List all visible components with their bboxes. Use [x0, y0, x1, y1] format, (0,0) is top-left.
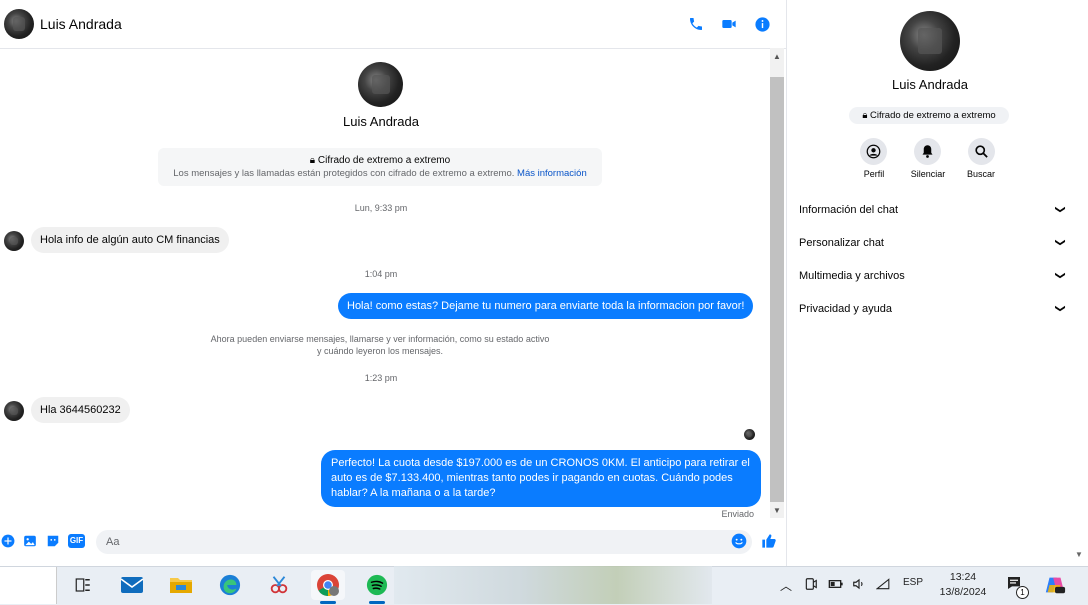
- seen-avatar: [744, 429, 755, 440]
- panel-contact-name: Luis Andrada: [892, 77, 968, 92]
- edge-browser-icon[interactable]: [213, 570, 247, 600]
- search-label: Buscar: [966, 169, 995, 179]
- outgoing-message[interactable]: Perfecto! La cuota desde $197.000 es de …: [321, 450, 761, 507]
- lock-icon: 🔒︎: [862, 110, 868, 121]
- chrome-browser-icon[interactable]: [311, 570, 345, 600]
- copilot-icon[interactable]: [1044, 574, 1066, 596]
- search-button[interactable]: [968, 138, 995, 165]
- section-chat-info[interactable]: Información del chat ❯: [799, 204, 1066, 218]
- section-customize-chat[interactable]: Personalizar chat ❯: [799, 237, 1066, 251]
- sent-status: Enviado: [721, 509, 754, 519]
- chevron-up-icon[interactable]: ︿: [780, 577, 792, 594]
- clock-date: 13/8/2024: [939, 586, 987, 598]
- sender-avatar[interactable]: [4, 231, 24, 251]
- language-indicator[interactable]: ESP: [903, 577, 923, 588]
- outgoing-message[interactable]: Hola! como estas? Dejame tu numero para …: [338, 293, 754, 319]
- chevron-down-icon: ❯: [1054, 304, 1066, 313]
- volume-icon[interactable]: [852, 577, 866, 594]
- image-icon[interactable]: [22, 533, 38, 549]
- timestamp: Lun, 9:33 pm: [354, 203, 408, 213]
- lock-icon: 🔒︎: [309, 155, 316, 166]
- incoming-message[interactable]: Hola info de algún auto CM financias: [31, 227, 229, 253]
- chat-scrollbar-thumb[interactable]: [770, 77, 784, 502]
- timestamp: 1:04 pm: [364, 269, 398, 279]
- section-media-files[interactable]: Multimedia y archivos ❯: [799, 270, 1066, 284]
- sticker-icon[interactable]: [45, 533, 61, 549]
- wifi-icon[interactable]: [875, 577, 890, 594]
- encryption-text: Los mensajes y las llamadas están proteg…: [173, 168, 587, 179]
- chevron-down-icon: ❯: [1054, 205, 1066, 214]
- notification-count-badge: 1: [1016, 586, 1029, 599]
- encryption-notice: [158, 148, 602, 186]
- meet-now-icon[interactable]: [804, 577, 818, 594]
- page-scroll-down-icon[interactable]: ▼: [1075, 550, 1083, 559]
- panel-avatar[interactable]: [900, 11, 960, 71]
- clock[interactable]: 13:24 13/8/2024: [937, 570, 989, 600]
- gif-button[interactable]: GIF: [68, 534, 85, 548]
- more-info-link[interactable]: Más información: [517, 168, 587, 179]
- encryption-title: 🔒︎ Cifrado de extremo a extremo: [309, 155, 451, 166]
- contact-avatar[interactable]: [4, 9, 34, 39]
- profile-label: Perfil: [863, 169, 885, 179]
- timestamp: 1:23 pm: [364, 373, 398, 383]
- profile-button[interactable]: [860, 138, 887, 165]
- mute-button[interactable]: [914, 138, 941, 165]
- bell-icon: [922, 145, 933, 158]
- incoming-message[interactable]: Hla 3644560232: [31, 397, 130, 423]
- search-icon: [975, 145, 988, 158]
- info-icon[interactable]: [752, 14, 772, 34]
- plus-icon[interactable]: [0, 533, 16, 549]
- encryption-badge[interactable]: 🔒︎ Cifrado de extremo a extremo: [849, 107, 1009, 124]
- profile-icon: [866, 144, 881, 159]
- message-input[interactable]: Aa: [96, 530, 752, 554]
- taskbar-search-box[interactable]: [0, 567, 57, 604]
- clock-time: 13:24: [949, 571, 977, 583]
- chat-intro-name: Luis Andrada: [343, 114, 419, 129]
- scroll-down-arrow-icon[interactable]: ▼: [770, 506, 784, 516]
- phone-icon[interactable]: [686, 14, 706, 34]
- chevron-down-icon: ❯: [1054, 238, 1066, 247]
- sender-avatar[interactable]: [4, 401, 24, 421]
- video-call-icon[interactable]: [719, 14, 739, 34]
- chevron-down-icon: ❯: [1054, 271, 1066, 280]
- battery-icon[interactable]: [828, 577, 844, 594]
- file-explorer-icon[interactable]: [164, 570, 198, 600]
- contact-name[interactable]: Luis Andrada: [40, 16, 122, 32]
- task-view-icon[interactable]: [66, 570, 100, 600]
- notifications-button[interactable]: 1: [1006, 575, 1029, 599]
- scroll-up-arrow-icon[interactable]: ▲: [770, 52, 784, 62]
- chat-intro-avatar[interactable]: [358, 62, 403, 107]
- system-message: Ahora pueden enviarse mensajes, llamarse…: [210, 334, 550, 356]
- spotify-icon[interactable]: [360, 570, 394, 600]
- taskbar-wallpaper: [394, 566, 712, 604]
- mute-label: Silenciar: [910, 169, 946, 179]
- emoji-icon[interactable]: [731, 533, 747, 549]
- section-privacy-help[interactable]: Privacidad y ayuda ❯: [799, 303, 1066, 317]
- like-icon[interactable]: [761, 533, 777, 549]
- snipping-tool-icon[interactable]: [262, 570, 296, 600]
- mail-app-icon[interactable]: [115, 570, 149, 600]
